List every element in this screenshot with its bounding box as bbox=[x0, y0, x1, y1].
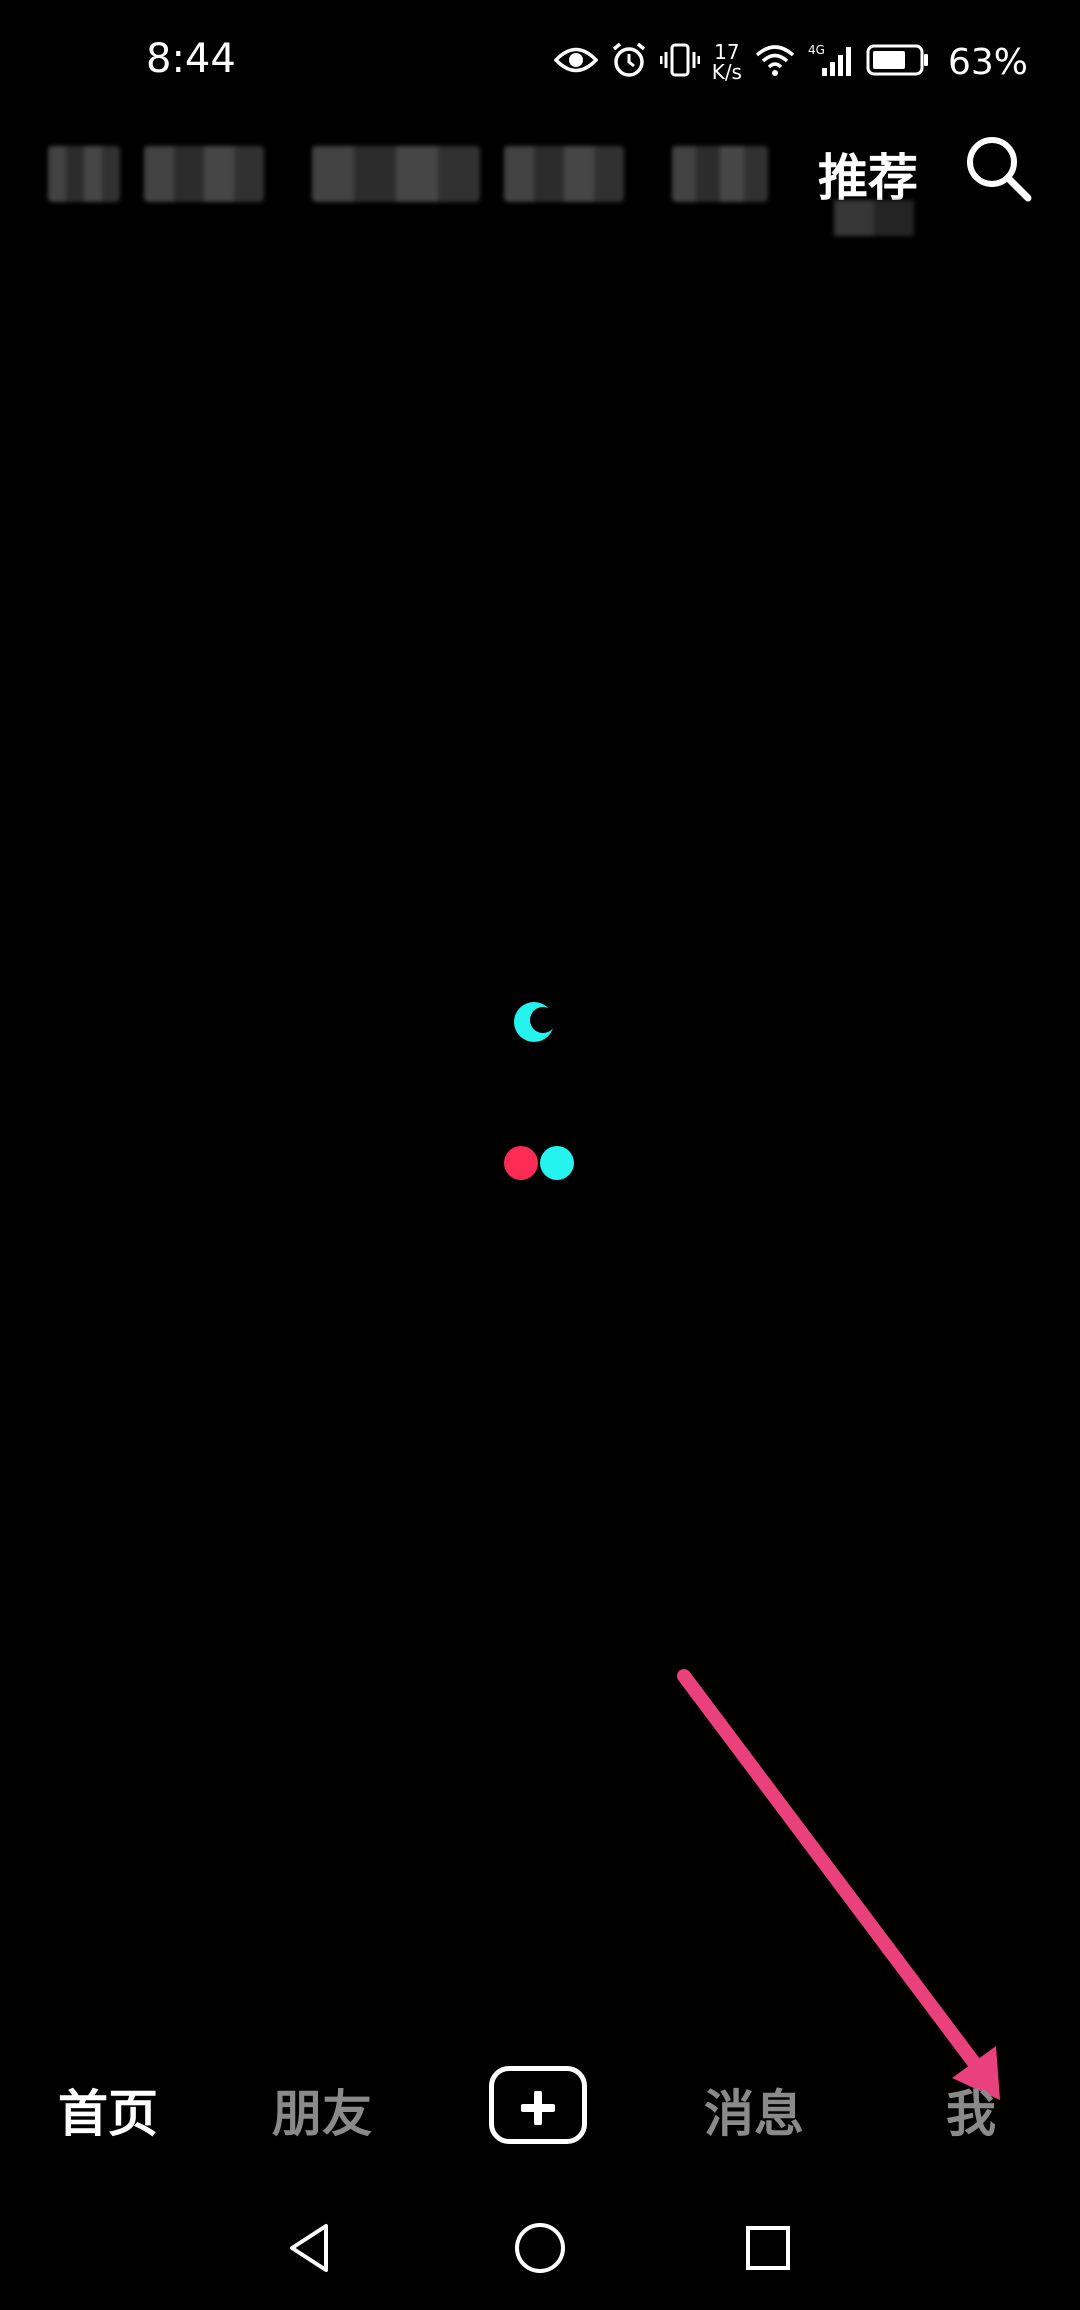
system-recents-button[interactable] bbox=[738, 2218, 798, 2278]
home-circle-icon bbox=[515, 2223, 565, 2273]
bottom-navigation: 首页 朋友 消息 我 bbox=[0, 2050, 1080, 2170]
tab-obscured-3[interactable] bbox=[312, 146, 480, 202]
annotation-arrow-icon bbox=[677, 1669, 1000, 2100]
tab-obscured-1[interactable] bbox=[48, 146, 120, 202]
signal-type: 4G bbox=[808, 43, 825, 57]
tab-obscured-2[interactable] bbox=[144, 146, 264, 202]
status-icons: 17 K/s 4G 63% bbox=[553, 34, 1028, 90]
net-speed-value: 17 bbox=[714, 40, 740, 64]
net-speed-unit: K/s bbox=[711, 60, 742, 84]
search-button[interactable] bbox=[958, 128, 1038, 208]
nav-friends[interactable]: 朋友 bbox=[272, 2074, 372, 2146]
back-icon bbox=[290, 2224, 328, 2272]
eye-icon bbox=[553, 45, 599, 79]
battery-percent: 63% bbox=[947, 41, 1028, 83]
system-home-button[interactable] bbox=[510, 2218, 570, 2278]
wifi-icon bbox=[754, 43, 796, 81]
tab-active-indicator bbox=[834, 200, 914, 236]
vibrate-icon bbox=[659, 42, 701, 82]
net-speed: 17 K/s bbox=[712, 42, 742, 82]
search-icon bbox=[967, 137, 1032, 202]
loading-dots-icon bbox=[504, 1146, 574, 1180]
alarm-icon bbox=[610, 41, 648, 83]
nav-home[interactable]: 首页 bbox=[58, 2074, 158, 2146]
tab-obscured-5[interactable] bbox=[672, 146, 768, 202]
status-time: 8:44 bbox=[146, 36, 236, 82]
battery-icon bbox=[866, 43, 930, 81]
system-navigation-bar bbox=[0, 2190, 1080, 2310]
system-back-button[interactable] bbox=[282, 2218, 342, 2278]
tab-obscured-4[interactable] bbox=[504, 146, 624, 202]
nav-me[interactable]: 我 bbox=[946, 2074, 996, 2146]
create-button[interactable] bbox=[489, 2066, 587, 2144]
nav-messages[interactable]: 消息 bbox=[704, 2074, 804, 2146]
loading-spinner-icon bbox=[514, 1002, 556, 1042]
loading-indicator bbox=[504, 1002, 1000, 2100]
recents-icon bbox=[746, 2226, 790, 2270]
status-bar: 8:44 17 K/s 4G 63% bbox=[0, 0, 1080, 120]
cell-signal-icon: 4G bbox=[808, 42, 854, 82]
